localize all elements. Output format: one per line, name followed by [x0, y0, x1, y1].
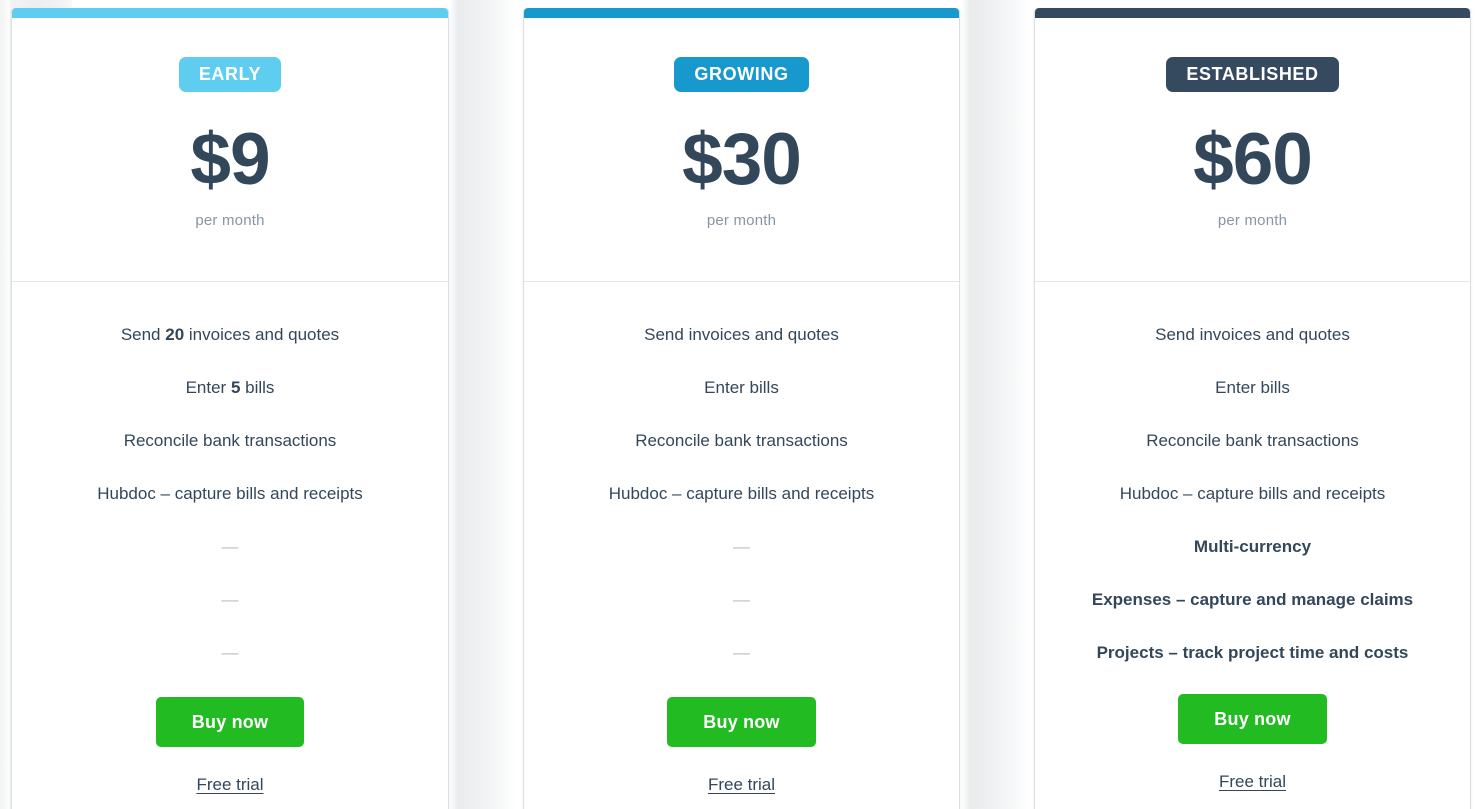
feature-item: Hubdoc – capture bills and receipts — [1119, 484, 1386, 503]
card-header-growing: GROWING $30 per month — [524, 18, 959, 282]
card-actions-growing: Buy now Free trial — [524, 697, 959, 795]
plan-price-growing: $30 — [682, 119, 802, 200]
card-accent-bar-established — [1035, 8, 1470, 18]
feature-item: Reconcile bank transactions — [123, 431, 337, 450]
card-header-established: ESTABLISHED $60 per month — [1035, 18, 1470, 282]
pricing-card-growing[interactable]: GROWING $30 per month Send invoices and … — [523, 8, 960, 809]
card-actions-early: Buy now Free trial — [12, 697, 448, 795]
feature-quantity: 5 — [230, 378, 241, 397]
feature-item: Hubdoc – capture bills and receipts — [97, 484, 363, 503]
feature-item: Send 20 invoices and quotes — [120, 325, 340, 344]
card-header-early: EARLY $9 per month — [12, 18, 448, 282]
feature-item: Reconcile bank transactions — [1146, 431, 1359, 450]
feature-item: Enter 5 bills — [185, 378, 275, 397]
feature-item: Enter bills — [704, 378, 779, 397]
feature-quantity: 20 — [165, 325, 185, 344]
feature-item-empty: — — [221, 643, 239, 662]
card-accent-bar-early — [12, 8, 448, 18]
pricing-card-early[interactable]: EARLY $9 per month Send 20 invoices and … — [11, 8, 449, 809]
feature-item-empty: — — [733, 537, 750, 556]
buy-now-button-growing[interactable]: Buy now — [667, 697, 816, 747]
page-gutter-middle-2 — [961, 0, 1031, 809]
plan-badge-early: EARLY — [178, 57, 282, 92]
feature-item: Send invoices and quotes — [1155, 325, 1350, 344]
free-trial-link-growing[interactable]: Free trial — [708, 775, 775, 795]
feature-list-growing: Send invoices and quotes Enter bills Recon… — [524, 282, 959, 661]
feature-item: Projects – track project time and costs — [1096, 643, 1409, 662]
plan-price-established: $60 — [1193, 119, 1313, 200]
plan-period-established: per month — [1217, 212, 1288, 229]
feature-item: Reconcile bank transactions — [635, 431, 848, 450]
card-actions-established: Buy now Free trial — [1035, 694, 1470, 792]
feature-list-early: Send 20 invoices and quotes Enter 5 bills… — [12, 282, 448, 661]
page-gutter-middle-1 — [449, 0, 516, 809]
feature-item: Enter bills — [1215, 378, 1290, 397]
buy-now-button-established[interactable]: Buy now — [1178, 694, 1327, 744]
feature-item-empty: — — [221, 590, 239, 609]
feature-item-empty: — — [733, 643, 750, 662]
free-trial-link-early[interactable]: Free trial — [196, 775, 263, 795]
free-trial-link-established[interactable]: Free trial — [1219, 772, 1286, 792]
feature-item: Send invoices and quotes — [644, 325, 839, 344]
feature-item: Expenses – capture and manage claims — [1091, 590, 1414, 609]
feature-item: Multi-currency — [1193, 537, 1312, 556]
feature-list-established: Send invoices and quotes Enter bills Recon… — [1035, 282, 1470, 661]
pricing-card-established[interactable]: ESTABLISHED $60 per month Send invoices … — [1034, 8, 1471, 809]
plan-period-growing: per month — [706, 212, 777, 229]
plan-badge-growing: GROWING — [674, 57, 809, 92]
feature-item: Hubdoc – capture bills and receipts — [608, 484, 875, 503]
card-accent-bar-growing — [524, 8, 959, 18]
feature-item-empty: — — [733, 590, 750, 609]
plan-period-early: per month — [195, 212, 265, 229]
plan-price-early: $9 — [190, 119, 270, 200]
feature-item-empty: — — [221, 537, 239, 556]
page-gutter-left — [0, 0, 10, 809]
plan-badge-established: ESTABLISHED — [1166, 57, 1339, 92]
buy-now-button-early[interactable]: Buy now — [155, 697, 305, 747]
pricing-page: EARLY $9 per month Send 20 invoices and … — [0, 0, 1479, 809]
